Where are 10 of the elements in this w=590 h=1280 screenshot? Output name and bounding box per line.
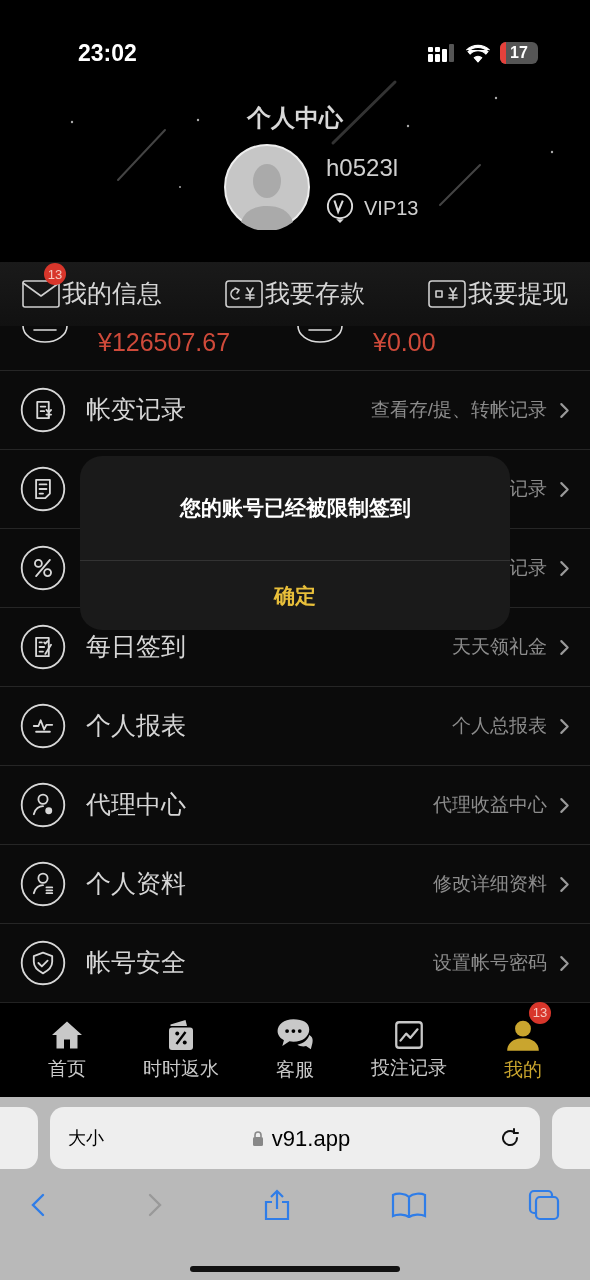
vip-level: VIP13 [364, 196, 419, 221]
notification-badge: 13 [529, 1001, 551, 1024]
status-time: 23:02 [78, 38, 137, 68]
alert-message: 您的账号已经被限制签到 [178, 495, 412, 522]
username: h0523l [326, 153, 400, 183]
battery-indicator: 17 [500, 42, 538, 64]
balance-amount: ¥0.00 [373, 328, 436, 356]
url-text: v91.app [271, 1124, 351, 1153]
page-title: 个人中心 [247, 103, 343, 133]
balance-amount: ¥126507.67 [98, 328, 231, 356]
